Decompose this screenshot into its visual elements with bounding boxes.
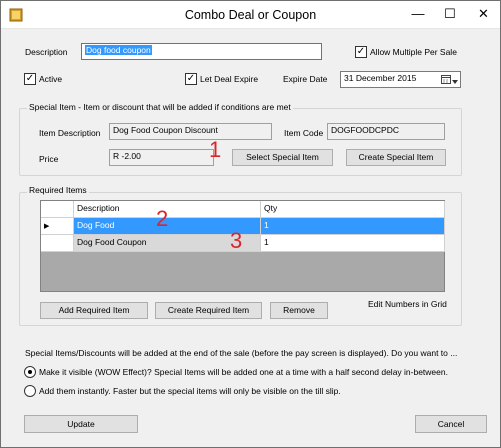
row-header[interactable]: ▶ — [41, 218, 74, 235]
annotation-number-3: 3 — [230, 228, 243, 253]
table-row-1-qty[interactable]: 1 — [261, 218, 445, 235]
grid-corner-header — [41, 201, 74, 218]
expire-date-value: 31 December 2015 — [344, 73, 417, 83]
combo-deal-window: Combo Deal or Coupon — ☐ ✕ Description D… — [0, 0, 501, 448]
description-label: Description — [25, 47, 68, 57]
title-bar: Combo Deal or Coupon — ☐ ✕ — [1, 1, 500, 29]
create-required-item-button[interactable]: Create Required Item — [155, 302, 262, 319]
let-expire-label: Let Deal Expire — [200, 74, 259, 84]
let-expire-checkbox[interactable]: ✓ — [185, 73, 197, 85]
wow-effect-radio[interactable] — [24, 366, 36, 378]
radio-selected-dot — [28, 370, 32, 374]
description-input[interactable]: Dog food coupon — [81, 43, 322, 60]
minimize-button[interactable]: — — [402, 1, 434, 29]
remove-button[interactable]: Remove — [270, 302, 328, 319]
item-code-field: DOGFOODCPDC — [327, 123, 445, 140]
column-header-qty[interactable]: Qty — [261, 201, 445, 218]
expire-date-label: Expire Date — [283, 74, 328, 84]
create-special-item-button[interactable]: Create Special Item — [346, 149, 446, 166]
update-button[interactable]: Update — [24, 415, 138, 433]
price-field: R -2.00 — [109, 149, 214, 166]
row-header[interactable] — [41, 235, 74, 252]
active-checkbox[interactable]: ✓ — [24, 73, 36, 85]
chevron-down-icon[interactable] — [452, 77, 458, 84]
add-required-item-button[interactable]: Add Required Item — [40, 302, 148, 319]
calendar-icon[interactable] — [441, 74, 451, 84]
required-items-grid[interactable]: Description Qty ▶ Dog Food 1 Dog Food Co… — [40, 200, 445, 292]
edit-numbers-hint: Edit Numbers in Grid — [368, 299, 447, 309]
annotation-number-1: 1 — [209, 137, 222, 162]
special-items-notice: Special Items/Discounts will be added at… — [25, 348, 458, 358]
allow-multiple-label: Allow Multiple Per Sale — [370, 47, 457, 57]
item-description-label: Item Description — [39, 128, 101, 138]
description-value: Dog food coupon — [85, 45, 152, 55]
allow-multiple-checkbox[interactable]: ✓ — [355, 46, 367, 58]
item-description-field: Dog Food Coupon Discount — [109, 123, 272, 140]
price-label: Price — [39, 154, 59, 164]
annotation-number-2: 2 — [156, 206, 169, 231]
active-label: Active — [39, 74, 63, 84]
add-instantly-radio[interactable] — [24, 385, 36, 397]
maximize-button[interactable]: ☐ — [434, 1, 466, 29]
close-button[interactable]: ✕ — [467, 1, 500, 29]
current-row-marker-icon: ▶ — [44, 223, 50, 230]
special-item-group-title: Special Item - Item or discount that wil… — [27, 102, 293, 112]
cancel-button[interactable]: Cancel — [415, 415, 487, 433]
item-code-label: Item Code — [284, 128, 324, 138]
select-special-item-button[interactable]: Select Special Item — [232, 149, 333, 166]
required-items-group-title: Required Items — [27, 185, 89, 195]
table-row-2-qty[interactable]: 1 — [261, 235, 445, 252]
wow-effect-label: Make it visible (WOW Effect)? Special It… — [39, 367, 448, 377]
expire-date-picker[interactable]: 31 December 2015 — [340, 71, 461, 88]
add-instantly-label: Add them instantly. Faster but the speci… — [39, 386, 341, 396]
